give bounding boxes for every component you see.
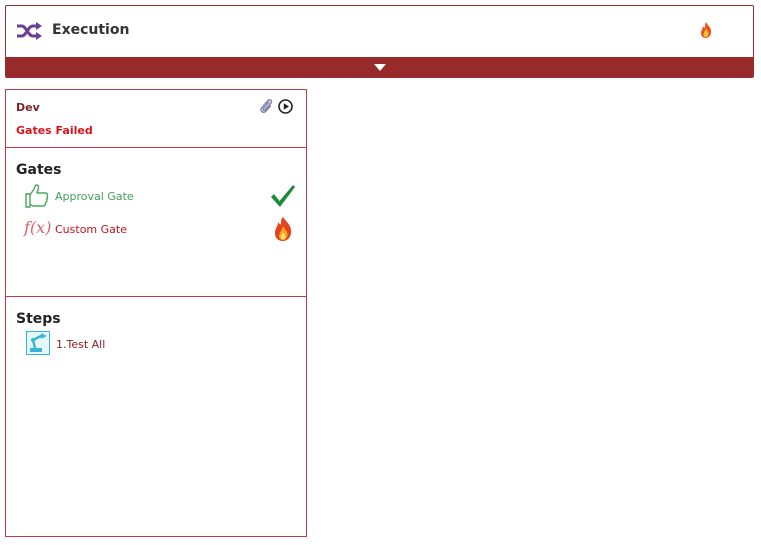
gates-section: Gates Approval Gate f(x) Custom Gate	[6, 148, 306, 297]
robot-arm-icon	[26, 331, 50, 355]
function-icon-text: f(x)	[24, 218, 52, 237]
stage-name: Dev	[16, 101, 40, 114]
stage-status: Gates Failed	[16, 124, 93, 137]
step-item[interactable]: 1.Test All	[26, 331, 296, 357]
gate-label: Approval Gate	[55, 190, 134, 203]
paperclip-icon[interactable]	[259, 98, 273, 114]
execution-header: Execution	[5, 5, 754, 78]
page-title: Execution	[52, 22, 130, 38]
fire-icon	[701, 22, 712, 38]
header-top: Execution	[6, 6, 753, 59]
gates-title: Gates	[16, 162, 62, 178]
expand-toggle-bar[interactable]	[6, 57, 753, 77]
checkmark-icon	[271, 185, 295, 207]
step-label: 1.Test All	[56, 338, 106, 351]
steps-title: Steps	[16, 311, 61, 327]
gate-custom[interactable]: f(x) Custom Gate	[24, 216, 296, 242]
stage-summary: Dev Gates Failed	[6, 90, 306, 148]
caret-down-icon	[373, 64, 386, 71]
steps-section: Steps 1.Test All	[6, 297, 306, 536]
gate-approval[interactable]: Approval Gate	[24, 183, 296, 209]
shuffle-icon	[17, 22, 42, 40]
gate-label: Custom Gate	[55, 223, 127, 236]
stage-panel: Dev Gates Failed Gates Approval Gate f(x…	[5, 89, 307, 537]
play-icon[interactable]	[278, 99, 293, 114]
function-icon: f(x)	[24, 216, 52, 242]
fire-icon	[275, 217, 292, 241]
thumbs-up-icon	[25, 184, 49, 208]
